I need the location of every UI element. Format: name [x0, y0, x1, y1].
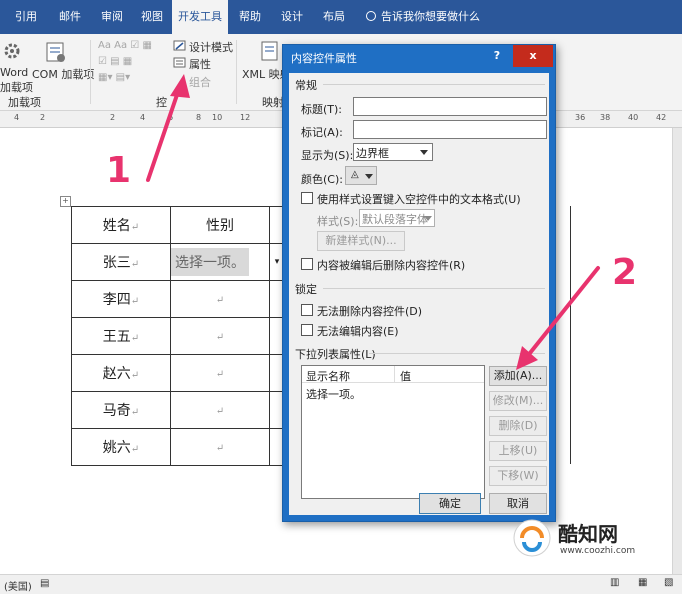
watermark: 酷知网 www.coozhi.com: [508, 512, 658, 568]
annotation-number-1: 1: [106, 150, 132, 191]
watermark-url: www.coozhi.com: [560, 546, 636, 556]
coozhi-logo-icon: [513, 519, 551, 557]
annotation-number-2: 2: [612, 252, 638, 293]
annotation-overlay: [146, 74, 600, 370]
annotation-arrow-2: [516, 266, 600, 370]
watermark-name: 酷知网: [558, 522, 618, 546]
annotation-arrow-1: [146, 74, 190, 182]
